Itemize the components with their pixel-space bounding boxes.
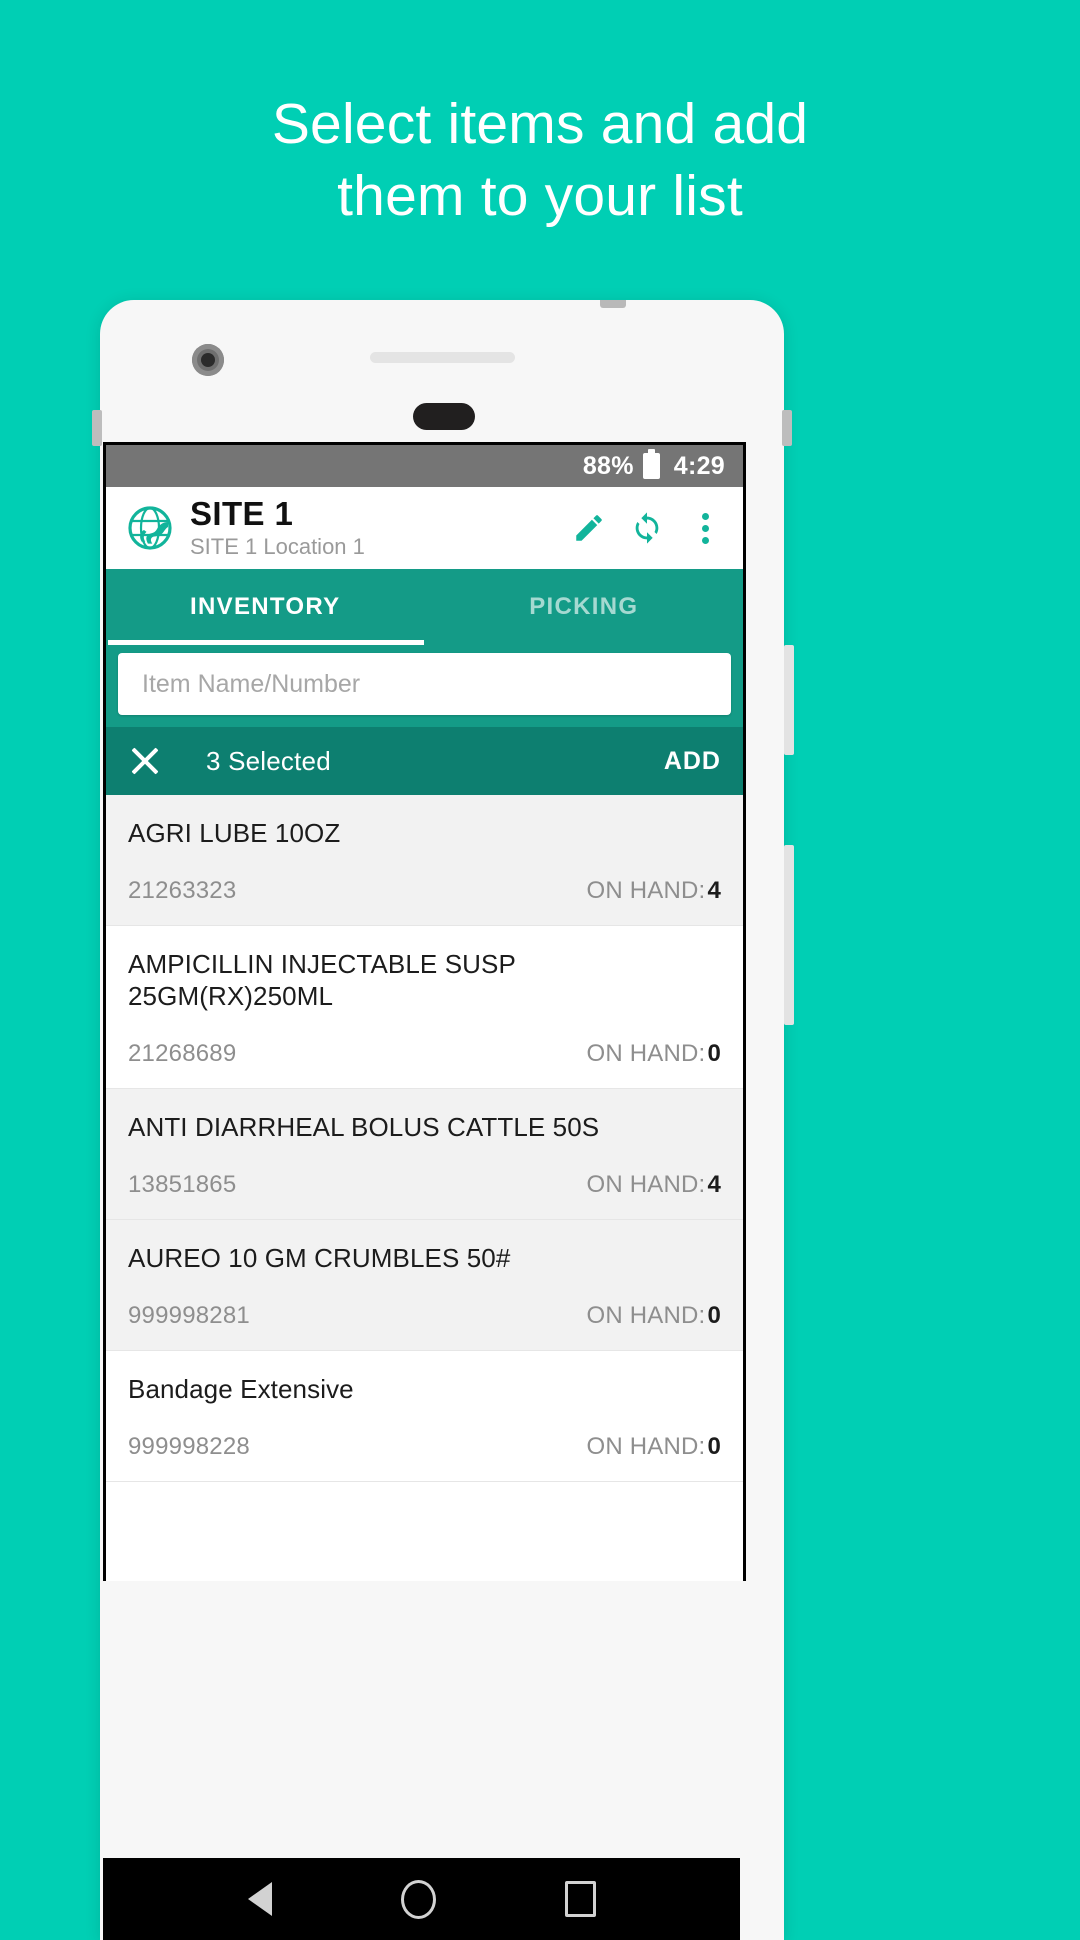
phone-screen: 88% 4:29 SITE 1 SITE 1 Location 1 INVENT… (103, 442, 746, 1581)
on-hand-value: 0 (707, 1433, 721, 1460)
on-hand-label: ON HAND: (586, 1433, 706, 1460)
item-number: 21263323 (128, 877, 237, 904)
sync-icon[interactable] (625, 506, 669, 550)
on-hand-label: ON HAND: (586, 1302, 706, 1329)
item-on-hand: ON HAND:4 (586, 1171, 721, 1199)
app-bar: SITE 1 SITE 1 Location 1 (106, 487, 743, 569)
item-on-hand: ON HAND:0 (586, 1040, 721, 1068)
item-number: 999998228 (128, 1433, 250, 1460)
item-name: AUREO 10 GM CRUMBLES 50# (128, 1243, 511, 1273)
volume-button[interactable] (784, 645, 794, 755)
item-number: 13851865 (128, 1171, 237, 1198)
table-row[interactable]: AMPICILLIN INJECTABLE SUSP 25GM(RX)250ML… (106, 926, 743, 1089)
item-name: AMPICILLIN INJECTABLE SUSP 25GM(RX)250ML (128, 949, 516, 1011)
search-box[interactable] (118, 653, 731, 715)
table-row[interactable]: Bandage Extensive 999998228 ON HAND:0 (106, 1351, 743, 1482)
app-bar-actions (553, 506, 727, 550)
earpiece-speaker (370, 352, 515, 363)
item-name: Bandage Extensive (128, 1374, 354, 1404)
on-hand-value: 0 (707, 1302, 721, 1329)
globe-horse-logo-icon (124, 502, 176, 554)
edit-icon[interactable] (567, 506, 611, 550)
selected-count-label: 3 Selected (206, 745, 331, 776)
selection-action-bar: 3 Selected ADD (106, 727, 743, 795)
item-meta: 21268689 ON HAND:0 (128, 1040, 721, 1068)
hardware-home-button[interactable] (413, 403, 475, 430)
promo-headline-line-1: Select items and add (271, 92, 809, 156)
recents-square-icon[interactable] (564, 1881, 596, 1917)
item-name: ANTI DIARRHEAL BOLUS CATTLE 50S (128, 1112, 600, 1142)
battery-percent-label: 88% (582, 451, 634, 480)
table-row[interactable]: AUREO 10 GM CRUMBLES 50# 999998281 ON HA… (106, 1220, 743, 1351)
tab-picking[interactable]: PICKING (425, 569, 744, 645)
promo-headline: Select items and add them to your list (0, 88, 1080, 232)
tab-inventory-label: INVENTORY (190, 593, 341, 620)
close-icon[interactable] (126, 742, 164, 780)
item-number: 999998281 (128, 1302, 250, 1329)
inventory-list: AGRI LUBE 10OZ 21263323 ON HAND:4 AMPICI… (106, 795, 743, 1482)
on-hand-value: 0 (707, 1040, 721, 1067)
on-hand-label: ON HAND: (586, 1040, 706, 1067)
item-on-hand: ON HAND:0 (586, 1302, 721, 1330)
tab-active-indicator (108, 640, 424, 645)
item-on-hand: ON HAND:4 (586, 877, 721, 905)
right-side-button[interactable] (782, 410, 792, 446)
item-meta: 13851865 ON HAND:4 (128, 1171, 721, 1199)
on-hand-value: 4 (707, 877, 721, 904)
item-meta: 999998281 ON HAND:0 (128, 1302, 721, 1330)
search-input[interactable] (140, 668, 709, 700)
tab-bar: INVENTORY PICKING (106, 569, 743, 645)
home-circle-icon[interactable] (400, 1879, 436, 1919)
overflow-menu-icon[interactable] (683, 506, 727, 550)
antenna-strip (600, 300, 626, 308)
status-bar: 88% 4:29 (106, 445, 743, 487)
add-button[interactable]: ADD (664, 747, 721, 776)
item-name: AGRI LUBE 10OZ (128, 818, 341, 848)
phone-device-frame: 88% 4:29 SITE 1 SITE 1 Location 1 INVENT… (92, 300, 794, 1940)
item-number: 21268689 (128, 1040, 237, 1067)
page-subtitle: SITE 1 Location 1 (190, 533, 365, 559)
left-side-button[interactable] (92, 410, 102, 446)
status-time-label: 4:29 (673, 451, 725, 480)
on-hand-value: 4 (707, 1171, 721, 1198)
item-meta: 21263323 ON HAND:4 (128, 877, 721, 905)
tab-picking-label: PICKING (529, 593, 639, 620)
table-row[interactable]: ANTI DIARRHEAL BOLUS CATTLE 50S 13851865… (106, 1089, 743, 1220)
tab-inventory[interactable]: INVENTORY (106, 569, 425, 645)
promo-headline-line-2: them to your list (337, 164, 743, 228)
page-title: SITE 1 (190, 494, 294, 532)
item-meta: 999998228 ON HAND:0 (128, 1433, 721, 1461)
back-triangle-icon[interactable] (247, 1882, 272, 1916)
android-nav-bar (103, 1858, 740, 1940)
app-bar-titles: SITE 1 SITE 1 Location 1 (190, 494, 553, 561)
power-button[interactable] (784, 845, 794, 1025)
item-on-hand: ON HAND:0 (586, 1433, 721, 1461)
search-container (106, 645, 743, 727)
on-hand-label: ON HAND: (586, 877, 706, 904)
on-hand-label: ON HAND: (586, 1171, 706, 1198)
table-row[interactable]: AGRI LUBE 10OZ 21263323 ON HAND:4 (106, 795, 743, 926)
kebab-dots (701, 508, 709, 549)
front-camera-icon (192, 344, 224, 376)
battery-icon (642, 449, 660, 479)
